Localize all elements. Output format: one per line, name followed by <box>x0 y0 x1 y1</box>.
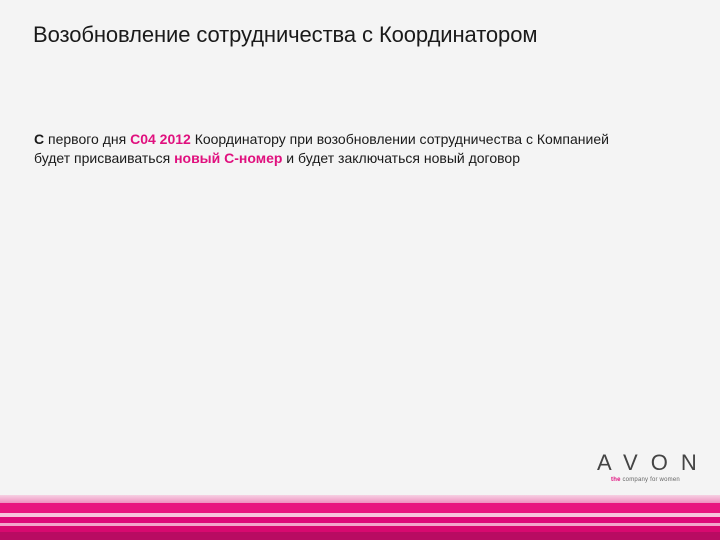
slide-body-text: С первого дня С04 2012 Координатору при … <box>34 130 624 168</box>
body-text-part-1: первого дня <box>44 131 131 147</box>
band-stripe <box>0 503 720 513</box>
slide: Возобновление сотрудничества с Координат… <box>0 0 720 540</box>
slide-title: Возобновление сотрудничества с Координат… <box>33 22 538 47</box>
pink-footer-band <box>0 495 720 540</box>
band-stripe <box>0 495 720 503</box>
tagline-the: the <box>611 477 621 483</box>
highlight-new-number: новый С-номер <box>174 150 283 166</box>
tagline-rest: company for women <box>620 477 680 483</box>
avon-tagline: the company for women <box>597 477 707 483</box>
highlight-campaign: С04 2012 <box>130 131 191 147</box>
band-stripe <box>0 532 720 540</box>
body-text-part-3: и будет заключаться новый договор <box>282 150 520 166</box>
body-lead-letter: С <box>34 131 45 147</box>
avon-logo-word: AVON <box>597 450 710 475</box>
avon-logo: AVON the company for women <box>597 452 707 492</box>
